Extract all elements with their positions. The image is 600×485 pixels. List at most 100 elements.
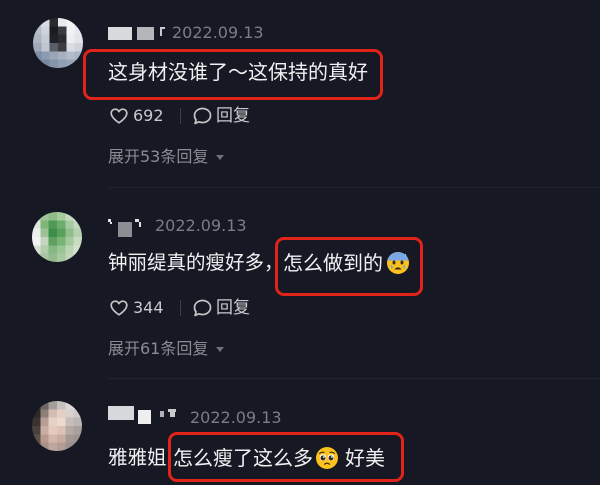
- avatar-mosaic-tile: [57, 212, 66, 221]
- avatar-mosaic-tile: [41, 35, 50, 44]
- comment-text: 这身材没谁了～这保持的真好: [108, 60, 368, 84]
- like-count: 692: [133, 106, 164, 125]
- avatar-mosaic-tile: [41, 43, 50, 52]
- username-redacted[interactable]: [108, 26, 166, 41]
- avatar-mosaic-tile: [49, 409, 58, 418]
- comment-list: 2022.09.13 这身材没谁了～这保持的真好 692 回复 展开53条回复: [0, 0, 600, 485]
- avatar-mosaic-tile: [32, 434, 41, 443]
- avatar-mosaic-tile: [75, 35, 83, 44]
- comment-separator: [108, 187, 600, 188]
- expand-replies-label: 展开53条回复: [108, 147, 209, 166]
- comment-text-highlighted: 怎么瘦了这么多: [173, 446, 313, 470]
- avatar-mosaic-tile: [57, 254, 66, 262]
- avatar-mosaic-tile: [40, 212, 49, 221]
- avatar-mosaic-tile: [33, 26, 42, 35]
- avatar-mosaic-tile: [49, 212, 58, 221]
- avatar-mosaic-tile: [65, 443, 74, 451]
- avatar-mosaic-tile: [66, 35, 75, 44]
- reply-label: 回复: [216, 106, 250, 126]
- avatar-mosaic-tile: [32, 245, 41, 254]
- avatar-mosaic-tile: [40, 245, 49, 254]
- avatar-mosaic-tile: [66, 18, 75, 27]
- avatar-mosaic-tile: [57, 409, 66, 418]
- action-divider: [180, 108, 181, 124]
- avatar-mosaic-tile: [58, 60, 67, 68]
- avatar-mosaic-tile: [40, 418, 49, 427]
- avatar-mosaic-tile: [74, 401, 82, 410]
- avatar-mosaic-tile: [65, 409, 74, 418]
- avatar-mosaic-tile: [32, 237, 41, 246]
- action-divider: [180, 300, 181, 316]
- expand-replies-button[interactable]: 展开61条回复: [108, 339, 225, 358]
- expand-replies-label: 展开61条回复: [108, 339, 209, 358]
- reply-button[interactable]: 回复: [193, 298, 250, 318]
- avatar-mosaic-tile: [75, 51, 83, 60]
- like-button[interactable]: 692: [110, 106, 164, 126]
- avatar-mosaic-tile: [32, 229, 41, 238]
- avatar-mosaic-tile: [74, 409, 82, 418]
- emoji-anxious-face-icon: [387, 252, 409, 274]
- avatar-mosaic-tile: [65, 237, 74, 246]
- username-redacted[interactable]: [108, 217, 148, 237]
- speech-bubble-icon: [193, 107, 212, 125]
- avatar-mosaic-tile: [57, 229, 66, 238]
- avatar-mosaic-tile: [32, 418, 41, 427]
- comment-text-highlighted: 怎么做到的: [283, 251, 383, 275]
- avatar-mosaic-tile: [40, 401, 49, 410]
- avatar-mosaic-tile: [66, 60, 75, 68]
- avatar-mosaic-tile: [40, 220, 49, 229]
- avatar-mosaic-tile: [65, 212, 74, 221]
- avatar-mosaic-tile: [41, 51, 50, 60]
- username-redacted[interactable]: [108, 406, 180, 424]
- avatar-mosaic-tile: [57, 418, 66, 427]
- avatar-mosaic-tile: [32, 401, 41, 410]
- avatar-mosaic-tile: [58, 43, 67, 52]
- comment-separator: [108, 378, 600, 379]
- comment-item: 2022.09.13 雅雅姐 怎么瘦了这么多 好美: [0, 380, 600, 485]
- comment-text-highlighted-end: 好美: [345, 446, 385, 470]
- avatar-mosaic-tile: [33, 35, 42, 44]
- avatar-mosaic-tile: [50, 18, 59, 27]
- avatar-mosaic-tile: [50, 51, 59, 60]
- expand-replies-button[interactable]: 展开53条回复: [108, 147, 225, 166]
- avatar-mosaic-tile: [32, 426, 41, 435]
- emoji-pleading-face-icon: [316, 447, 338, 469]
- avatar-mosaic-tile: [40, 229, 49, 238]
- avatar-mosaic-tile: [74, 434, 82, 443]
- speech-bubble-icon: [193, 299, 212, 317]
- chevron-down-icon: [216, 154, 225, 160]
- avatar-mosaic-tile: [58, 18, 67, 27]
- avatar[interactable]: [32, 212, 82, 262]
- avatar-mosaic-tile: [65, 426, 74, 435]
- avatar-mosaic-tile: [74, 220, 82, 229]
- avatar-mosaic-tile: [49, 401, 58, 410]
- avatar-mosaic-tile: [65, 245, 74, 254]
- avatar-mosaic-tile: [49, 418, 58, 427]
- avatar-mosaic-tile: [49, 443, 58, 451]
- avatar-mosaic-tile: [65, 418, 74, 427]
- avatar-mosaic-tile: [65, 229, 74, 238]
- avatar-mosaic-tile: [57, 245, 66, 254]
- avatar-mosaic-tile: [50, 60, 59, 68]
- like-button[interactable]: 344: [110, 298, 164, 318]
- reply-button[interactable]: 回复: [193, 106, 250, 126]
- avatar-mosaic-tile: [74, 237, 82, 246]
- avatar-mosaic-tile: [58, 35, 67, 44]
- avatar-mosaic-tile: [74, 426, 82, 435]
- avatar-mosaic-tile: [32, 212, 41, 221]
- avatar-mosaic-tile: [65, 401, 74, 410]
- comment-date: 2022.09.13: [190, 408, 282, 427]
- reply-label: 回复: [216, 298, 250, 318]
- avatar-mosaic-tile: [74, 418, 82, 427]
- avatar-mosaic-tile: [49, 220, 58, 229]
- avatar-mosaic-tile: [40, 434, 49, 443]
- avatar-mosaic-tile: [49, 434, 58, 443]
- avatar-mosaic-tile: [66, 43, 75, 52]
- avatar[interactable]: [33, 18, 83, 68]
- avatar[interactable]: [32, 401, 82, 451]
- avatar-mosaic-tile: [41, 18, 50, 27]
- avatar-mosaic-tile: [75, 60, 83, 68]
- avatar-mosaic-tile: [75, 26, 83, 35]
- comment-date: 2022.09.13: [172, 23, 264, 42]
- avatar-mosaic-tile: [49, 229, 58, 238]
